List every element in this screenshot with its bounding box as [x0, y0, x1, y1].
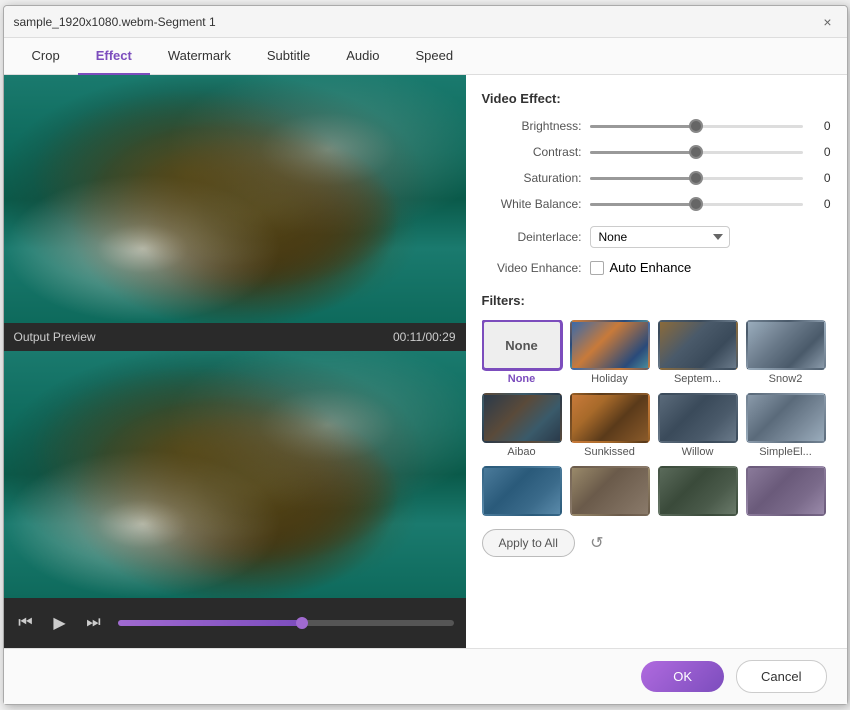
filter-thumb-snow2: [746, 320, 826, 370]
saturation-slider[interactable]: [590, 170, 803, 186]
video-preview: Output Preview 00:11/00:29: [4, 75, 466, 598]
filter-holiday[interactable]: Holiday: [570, 320, 650, 385]
contrast-slider[interactable]: [590, 144, 803, 160]
right-panel: Video Effect: Brightness: 0 Contrast:: [466, 75, 847, 648]
close-button[interactable]: ×: [819, 13, 837, 31]
filter-thumb-aibao: [482, 393, 562, 443]
white-balance-value: 0: [811, 197, 831, 211]
deinterlace-label: Deinterlace:: [482, 230, 582, 244]
filter-thumb-row3-1: [482, 466, 562, 516]
aerial-preview-top: [4, 75, 466, 323]
video-enhance-label: Video Enhance:: [482, 261, 582, 275]
cancel-button[interactable]: Cancel: [736, 660, 826, 693]
preview-divider: Output Preview 00:11/00:29: [4, 323, 466, 351]
brightness-label: Brightness:: [482, 119, 582, 133]
contrast-label: Contrast:: [482, 145, 582, 159]
tab-crop[interactable]: Crop: [14, 38, 78, 75]
filter-label-none: None: [508, 373, 536, 385]
filter-snow2[interactable]: Snow2: [746, 320, 826, 385]
controls-bar: ⏮ ▶ ⏭: [4, 598, 466, 648]
filters-title: Filters:: [482, 293, 831, 308]
white-balance-slider[interactable]: [590, 196, 803, 212]
contrast-value: 0: [811, 145, 831, 159]
filter-row3-3[interactable]: [658, 466, 738, 519]
white-balance-row: White Balance: 0: [482, 196, 831, 212]
filter-simpleel[interactable]: SimpleEl...: [746, 393, 826, 458]
content-area: Output Preview 00:11/00:29 ⏮ ▶ ⏭: [4, 75, 847, 648]
tab-effect[interactable]: Effect: [78, 38, 150, 75]
deinterlace-select[interactable]: None Top Field First Bottom Field First: [590, 226, 730, 248]
ok-button[interactable]: OK: [641, 661, 724, 692]
preview-bottom: [4, 351, 466, 599]
filter-label-snow2: Snow2: [769, 373, 803, 385]
tab-speed[interactable]: Speed: [398, 38, 472, 75]
saturation-label: Saturation:: [482, 171, 582, 185]
filter-thumb-none: None: [482, 320, 562, 370]
filter-thumb-row3-2: [570, 466, 650, 516]
filter-label-sunkissed: Sunkissed: [584, 446, 635, 458]
filter-septem[interactable]: Septem...: [658, 320, 738, 385]
tabs-row: Crop Effect Watermark Subtitle Audio Spe…: [4, 38, 847, 75]
timestamp-label: 00:11/00:29: [393, 330, 456, 344]
saturation-row: Saturation: 0: [482, 170, 831, 186]
filters-grid-wrapper: None None Holiday Septem...: [482, 320, 831, 519]
output-preview-label: Output Preview: [14, 330, 96, 344]
checkbox-box: [590, 261, 604, 275]
filter-thumb-willow: [658, 393, 738, 443]
filter-label-willow: Willow: [682, 446, 714, 458]
reset-button[interactable]: ↺: [583, 529, 611, 557]
filter-willow[interactable]: Willow: [658, 393, 738, 458]
play-button[interactable]: ▶: [46, 609, 74, 637]
filter-row3-1[interactable]: [482, 466, 562, 519]
deinterlace-row: Deinterlace: None Top Field First Bottom…: [482, 226, 831, 248]
brightness-value: 0: [811, 119, 831, 133]
filters-grid: None None Holiday Septem...: [482, 320, 831, 519]
brightness-slider[interactable]: [590, 118, 803, 134]
filter-label-aibao: Aibao: [507, 446, 535, 458]
filters-bottom: Apply to All ↺: [482, 529, 831, 557]
auto-enhance-label: Auto Enhance: [610, 260, 692, 275]
filter-label-septem: Septem...: [674, 373, 721, 385]
filter-label-holiday: Holiday: [591, 373, 628, 385]
filter-thumb-septem: [658, 320, 738, 370]
bottom-bar: OK Cancel: [4, 648, 847, 704]
filter-thumb-row3-4: [746, 466, 826, 516]
aerial-preview-bottom: [4, 351, 466, 599]
tab-audio[interactable]: Audio: [328, 38, 397, 75]
left-panel: Output Preview 00:11/00:29 ⏮ ▶ ⏭: [4, 75, 466, 648]
apply-all-button[interactable]: Apply to All: [482, 529, 575, 557]
white-balance-label: White Balance:: [482, 197, 582, 211]
filter-none[interactable]: None None: [482, 320, 562, 385]
tab-subtitle[interactable]: Subtitle: [249, 38, 328, 75]
progress-bar[interactable]: [118, 620, 454, 626]
filter-thumb-row3-3: [658, 466, 738, 516]
filter-label-simpleel: SimpleEl...: [759, 446, 812, 458]
filter-row3-4[interactable]: [746, 466, 826, 519]
tab-watermark[interactable]: Watermark: [150, 38, 249, 75]
window-title: sample_1920x1080.webm-Segment 1: [14, 15, 216, 29]
preview-top: [4, 75, 466, 323]
brightness-row: Brightness: 0: [482, 118, 831, 134]
contrast-row: Contrast: 0: [482, 144, 831, 160]
main-window: sample_1920x1080.webm-Segment 1 × Crop E…: [3, 5, 848, 705]
filter-aibao[interactable]: Aibao: [482, 393, 562, 458]
enhance-row: Video Enhance: Auto Enhance: [482, 260, 831, 275]
video-effect-title: Video Effect:: [482, 91, 831, 106]
next-button[interactable]: ⏭: [80, 609, 108, 637]
title-bar: sample_1920x1080.webm-Segment 1 ×: [4, 6, 847, 38]
prev-button[interactable]: ⏮: [12, 609, 40, 637]
none-label-in-thumb: None: [505, 338, 538, 353]
filter-sunkissed[interactable]: Sunkissed: [570, 393, 650, 458]
filter-thumb-holiday: [570, 320, 650, 370]
filter-thumb-simpleel: [746, 393, 826, 443]
progress-fill: [118, 620, 303, 626]
saturation-value: 0: [811, 171, 831, 185]
filter-thumb-sunkissed: [570, 393, 650, 443]
filter-row3-2[interactable]: [570, 466, 650, 519]
auto-enhance-checkbox[interactable]: Auto Enhance: [590, 260, 692, 275]
filters-section: Filters: None None Holi: [482, 293, 831, 638]
progress-thumb: [296, 617, 308, 629]
